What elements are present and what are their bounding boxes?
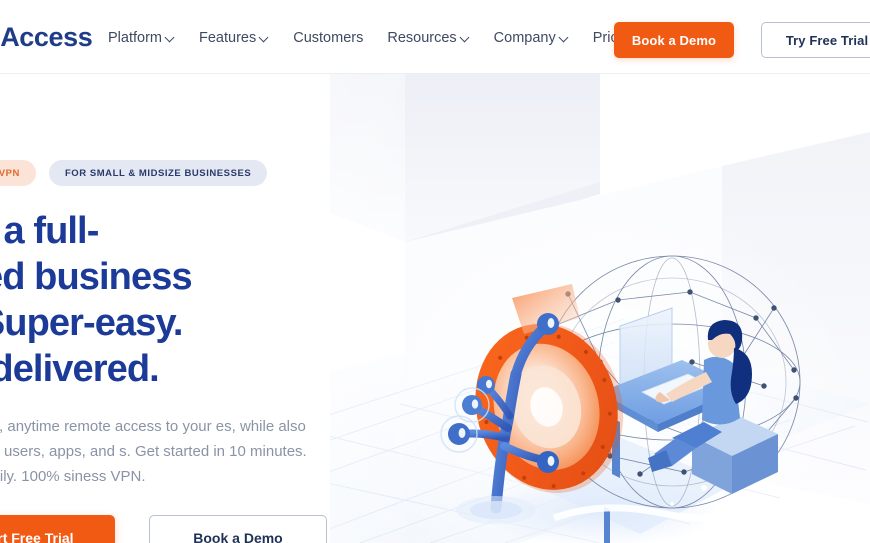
logo-suffix: Access xyxy=(0,22,93,52)
headline-line-2: tured business xyxy=(0,256,193,298)
hero-illustration xyxy=(404,222,824,543)
nav-item-features[interactable]: Features xyxy=(199,28,269,48)
badge-smb-audience: FOR SMALL & MIDSIZE BUSINESSES xyxy=(48,160,268,186)
chevron-down-icon xyxy=(461,33,470,42)
headline-line-4: ud-delivered. xyxy=(0,348,160,390)
nav-item-platform[interactable]: Platform xyxy=(108,28,175,48)
page-root: USINESS VPN FOR SMALL & MIDSIZE BUSINESS… xyxy=(0,0,870,543)
header-try-free-trial-button[interactable]: Try Free Trial xyxy=(761,22,870,58)
hero-book-a-demo-button[interactable]: Book a Demo xyxy=(149,515,327,543)
hero-copy: USINESS VPN FOR SMALL & MIDSIZE BUSINESS… xyxy=(0,160,354,543)
nav-item-resources[interactable]: Resources xyxy=(387,28,469,48)
nav-item-label: Customers xyxy=(293,30,364,46)
badge-business-vpn: USINESS VPN xyxy=(0,160,36,186)
hero-start-free-trial-button[interactable]: Start Free Trial xyxy=(0,515,115,543)
body-line-4: siness VPN. xyxy=(63,468,146,485)
chevron-down-icon xyxy=(560,33,569,42)
page-title: ally a full- tured business N. Super-eas… xyxy=(0,208,354,392)
nav-item-customers[interactable]: Customers xyxy=(293,28,363,48)
site-header: odAccess Platform Features Customers Res… xyxy=(0,0,870,74)
main-navigation: Platform Features Customers Resources Co… xyxy=(108,28,637,48)
nav-item-label: Features xyxy=(199,30,257,46)
body-line-1: anywhere, anytime remote access to your xyxy=(0,418,212,435)
nav-item-label: Company xyxy=(493,30,556,46)
hero-badges: USINESS VPN FOR SMALL & MIDSIZE BUSINESS… xyxy=(0,160,354,186)
logo[interactable]: odAccess xyxy=(0,22,93,52)
header-book-a-demo-button[interactable]: Book a Demo xyxy=(614,22,734,58)
hero-cta-row: Start Free Trial Book a Demo xyxy=(0,515,354,543)
nav-item-company[interactable]: Company xyxy=(494,28,569,48)
headline-line-3: N. Super-easy. xyxy=(0,302,183,344)
nav-item-label: Platform xyxy=(108,30,162,46)
hero-description: anywhere, anytime remote access to your … xyxy=(0,414,346,489)
chevron-down-icon xyxy=(260,33,269,42)
chevron-down-icon xyxy=(166,33,175,42)
isometric-remote-worker-network-dome xyxy=(440,255,801,543)
headline-line-1: ally a full- xyxy=(0,210,99,252)
nav-item-label: Resources xyxy=(387,30,457,46)
